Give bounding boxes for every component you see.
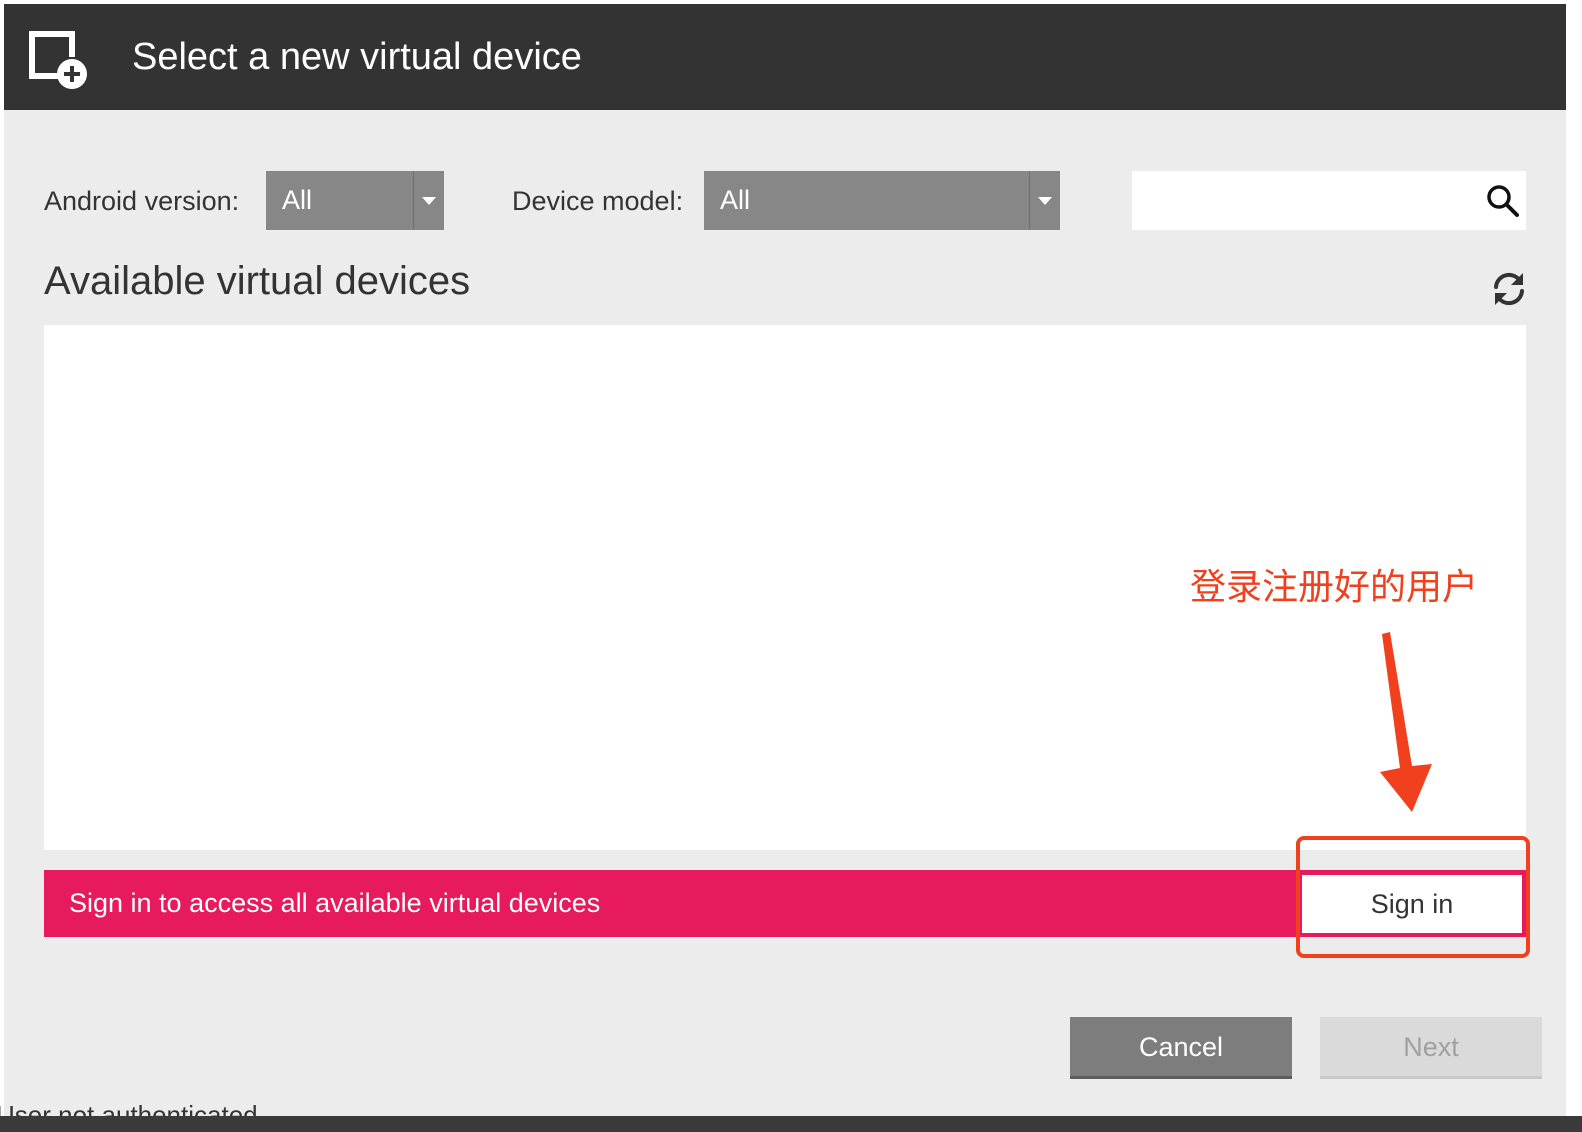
annotation-highlight-box [1296,836,1530,958]
android-version-label: Android version: [44,186,240,216]
annotation-text: 登录注册好的用户 [1190,567,1479,608]
cancel-button-label: Cancel [1138,1032,1224,1062]
cancel-button[interactable]: Cancel [1070,1017,1292,1079]
next-button-label: Next [1403,1032,1459,1062]
signin-banner-text: Sign in to access all available virtual … [69,888,601,918]
chevron-down-icon[interactable] [413,171,444,230]
chevron-down-icon[interactable] [1029,171,1060,230]
refresh-icon[interactable] [1490,270,1528,308]
search-icon[interactable] [1486,184,1520,218]
android-version-value: All [282,185,313,215]
dialog-titlebar: Select a new virtual device [4,4,1566,110]
bottom-bar [0,1116,1582,1132]
virtual-device-dialog: Select a new virtual device Android vers… [4,4,1566,1116]
dialog-title: Select a new virtual device [132,36,582,78]
android-version-dropdown[interactable]: All [266,171,444,230]
arrow-down-icon [1364,630,1444,816]
add-device-icon [28,30,92,90]
device-model-label: Device model: [512,186,684,216]
device-model-value: All [720,185,751,215]
search-input[interactable] [1132,171,1472,230]
device-model-dropdown[interactable]: All [704,171,1060,230]
available-devices-title: Available virtual devices [44,259,471,303]
search-box[interactable] [1132,171,1526,230]
next-button[interactable]: Next [1320,1017,1542,1079]
